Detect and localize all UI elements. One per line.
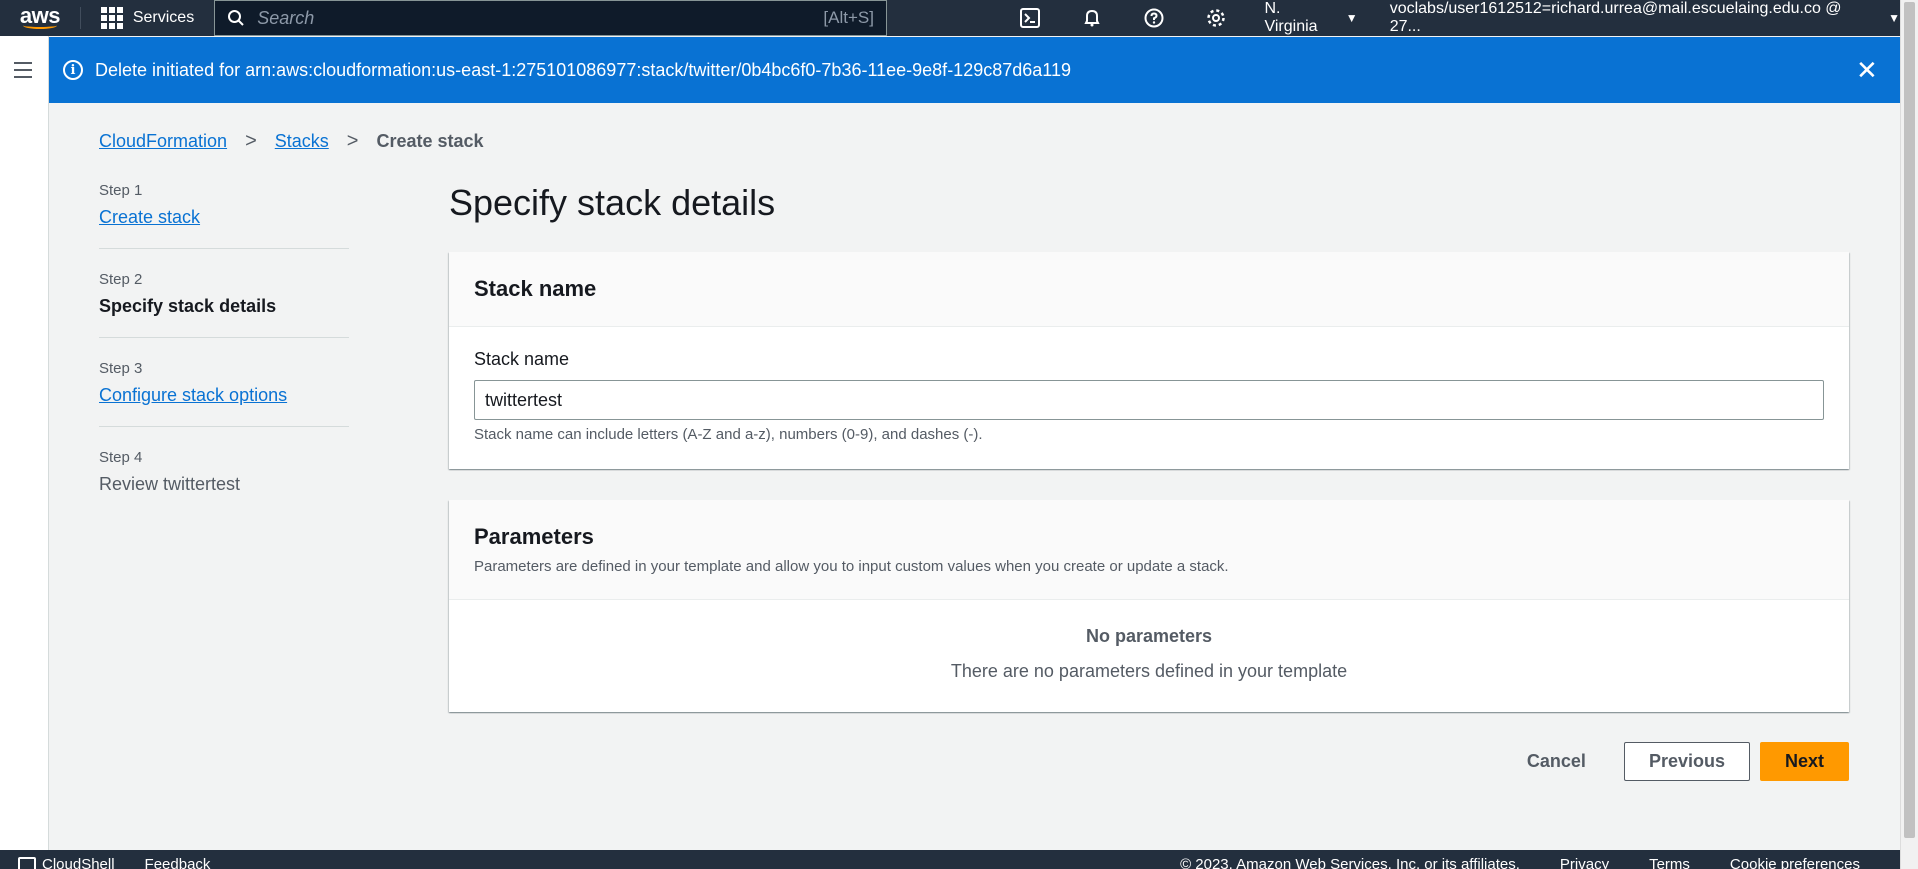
services-grid-icon xyxy=(100,7,123,29)
next-button[interactable]: Next xyxy=(1759,742,1849,781)
card-description: Parameters are defined in your template … xyxy=(474,558,1229,575)
card-title: Stack name xyxy=(474,276,597,301)
info-icon: i xyxy=(63,60,83,80)
account-label: voclabs/user1612512=richard.urrea@mail.e… xyxy=(1389,0,1842,35)
step-number: Step 4 xyxy=(99,449,143,466)
services-menu-button[interactable]: Services xyxy=(81,0,214,36)
previous-button[interactable]: Previous xyxy=(1623,742,1750,781)
feedback-link[interactable]: Feedback xyxy=(145,856,211,869)
search-icon xyxy=(228,10,244,26)
step-number: Step 1 xyxy=(99,182,143,199)
page-scrollbar[interactable] xyxy=(1900,0,1918,869)
search-input[interactable]: Search [Alt+S] xyxy=(214,0,887,36)
empty-state: No parameters There are no parameters de… xyxy=(449,600,1849,712)
cloudshell-footer-button[interactable]: CloudShell xyxy=(18,856,115,869)
settings-button[interactable] xyxy=(1185,0,1247,36)
caret-down-icon: ▼ xyxy=(1888,11,1900,25)
search-shortcut: [Alt+S] xyxy=(823,8,874,27)
menu-icon[interactable] xyxy=(14,62,32,83)
page-title: Specify stack details xyxy=(449,182,776,223)
chevron-right-icon: > xyxy=(245,130,257,152)
step-number: Step 2 xyxy=(99,271,143,288)
wizard-step-1: Step 1 Create stack xyxy=(99,182,349,249)
scrollbar-thumb[interactable] xyxy=(1904,2,1915,838)
aws-logo[interactable]: aws xyxy=(0,0,80,36)
empty-state-text: There are no parameters defined in your … xyxy=(950,661,1348,681)
empty-state-title: No parameters xyxy=(1085,626,1213,646)
card-header: Stack name xyxy=(449,252,1849,327)
search-placeholder: Search xyxy=(257,7,315,28)
side-navigation-rail xyxy=(0,36,49,850)
wizard-step-3: Step 3 Configure stack options xyxy=(99,360,349,427)
form-actions: Cancel Previous Next xyxy=(1499,742,1849,781)
help-button[interactable] xyxy=(1123,0,1185,36)
flash-message: Delete initiated for arn:aws:cloudformat… xyxy=(95,59,1071,80)
cloudshell-icon xyxy=(1019,8,1040,28)
terms-link[interactable]: Terms xyxy=(1649,856,1690,869)
help-icon xyxy=(1144,8,1164,28)
parameters-container: Parameters Parameters are defined in you… xyxy=(449,500,1849,712)
bell-icon xyxy=(1084,9,1100,27)
cloudshell-icon xyxy=(18,857,36,869)
top-navigation: aws Services Search [Alt+S] N. Virginia … xyxy=(0,0,1900,36)
caret-down-icon: ▼ xyxy=(1345,11,1358,25)
stack-name-input[interactable] xyxy=(474,380,1824,420)
close-icon[interactable]: ✕ xyxy=(1856,57,1880,83)
wizard-step-4: Step 4 Review twittertest xyxy=(99,449,349,515)
cloudshell-button[interactable] xyxy=(999,0,1061,36)
card-header: Parameters Parameters are defined in you… xyxy=(449,500,1849,600)
wizard-step-2: Step 2 Specify stack details xyxy=(99,271,349,338)
breadcrumb: CloudFormation > Stacks > Create stack xyxy=(99,130,484,153)
stack-name-label: Stack name xyxy=(474,349,570,369)
stack-name-container: Stack name Stack name Stack name can inc… xyxy=(449,252,1849,469)
stack-name-hint: Stack name can include letters (A-Z and … xyxy=(474,426,983,443)
step-link-create-stack[interactable]: Create stack xyxy=(99,207,349,228)
cookie-preferences-link[interactable]: Cookie preferences xyxy=(1730,856,1860,869)
region-selector[interactable]: N. Virginia ▼ xyxy=(1246,0,1379,36)
region-label: N. Virginia xyxy=(1264,0,1318,35)
chevron-right-icon: > xyxy=(346,130,359,152)
aws-smile-icon xyxy=(22,22,57,29)
wizard-steps: Step 1 Create stack Step 2 Specify stack… xyxy=(99,182,349,537)
account-menu[interactable]: voclabs/user1612512=richard.urrea@mail.e… xyxy=(1380,0,1900,36)
cancel-button[interactable]: Cancel xyxy=(1499,742,1614,781)
step-label-review: Review twittertest xyxy=(99,474,241,494)
flash-notification: i Delete initiated for arn:aws:cloudform… xyxy=(49,37,1900,103)
breadcrumb-cloudformation[interactable]: CloudFormation xyxy=(99,131,227,152)
services-label: Services xyxy=(132,9,195,26)
copyright-text: © 2023, Amazon Web Services, Inc. or its… xyxy=(1180,856,1520,869)
card-title: Parameters xyxy=(474,524,594,549)
notifications-button[interactable] xyxy=(1061,0,1123,36)
breadcrumb-stacks[interactable]: Stacks xyxy=(275,131,329,152)
step-number: Step 3 xyxy=(99,360,143,377)
breadcrumb-current: Create stack xyxy=(376,131,484,151)
footer: CloudShell Feedback © 2023, Amazon Web S… xyxy=(0,850,1900,869)
cloudshell-label: CloudShell xyxy=(42,856,115,869)
step-current-label: Specify stack details xyxy=(99,296,277,316)
privacy-link[interactable]: Privacy xyxy=(1560,856,1609,869)
step-link-configure-options[interactable]: Configure stack options xyxy=(99,385,349,406)
gear-icon xyxy=(1206,9,1225,27)
card-body: Stack name Stack name can include letter… xyxy=(449,327,1849,469)
